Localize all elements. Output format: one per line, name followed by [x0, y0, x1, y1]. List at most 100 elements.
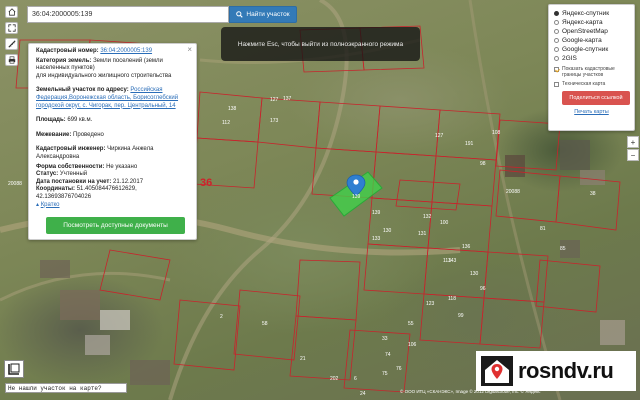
parcel-number-label: 74 [385, 352, 391, 358]
radio-selected-icon[interactable] [554, 11, 559, 16]
survey-row: Межевание: Проведено [36, 132, 189, 140]
parcel-number-label: 139 [372, 210, 381, 216]
status-value: Учтенный [59, 171, 88, 178]
address-row: Земельный участок по адресу: Российская … [36, 87, 189, 110]
share-link-button[interactable]: Поделиться ссылкой [562, 91, 630, 105]
radio-icon[interactable] [554, 56, 559, 61]
cadastral-number-row: Кадастровый номер: 36:04:2000005:139 [36, 48, 189, 56]
ownership-label: Форма собственности: [36, 163, 105, 170]
print-map-link[interactable]: Печать карты [554, 108, 629, 117]
parcel-number-label: 173 [270, 118, 279, 124]
parcel-number-label: 24 [360, 391, 366, 397]
layer-option-label: Google-спутник [562, 46, 609, 53]
layer-option[interactable]: 2GIS [554, 54, 629, 63]
cadastral-number-link[interactable]: 36:04:2000005:139 [100, 48, 152, 54]
layer-option[interactable]: Яндекс-карта [554, 18, 629, 27]
watermark-logo: rosndv.ru [476, 351, 636, 391]
chevron-up-icon: ▴ [36, 201, 40, 208]
parcel-number-label: 58 [262, 321, 268, 327]
cadastral-search-input[interactable] [27, 6, 229, 23]
radio-icon[interactable] [554, 20, 559, 25]
registration-date-value: 21.12.2017 [113, 178, 144, 185]
not-found-text: Не нашли участок на карте? [8, 384, 102, 392]
print-icon[interactable] [5, 54, 18, 66]
parcel-number-label: 130 [470, 271, 479, 277]
radio-icon[interactable] [554, 38, 559, 43]
land-usage-value: для индивидуального жилищного строительс… [36, 72, 172, 79]
svg-text:20088: 20088 [506, 189, 520, 195]
parcel-info-panel: × Кадастровый номер: 36:04:2000005:139 К… [28, 43, 197, 240]
parcel-number-label: 38 [590, 191, 596, 197]
address-label: Земельный участок по адресу: [36, 87, 129, 94]
parcel-number-label: 137 [283, 96, 292, 102]
layer-option-label: 2GIS [562, 55, 577, 62]
frame-icon [8, 363, 20, 375]
home-icon[interactable] [5, 6, 18, 18]
layer-option-label: Яндекс-спутник [562, 10, 610, 17]
ruler-icon[interactable] [5, 38, 18, 50]
parcel-number-label: 100 [440, 220, 449, 226]
parcel-number-label: 55 [408, 321, 414, 327]
parcel-number-label: 75 [382, 371, 388, 377]
survey-label: Межевание: [36, 131, 72, 138]
ownership-value: Не указано [106, 163, 138, 170]
radio-icon[interactable] [554, 47, 559, 52]
status-label: Статус: [36, 171, 59, 178]
parcel-number-label: 143 [448, 258, 457, 264]
parcel-number-label: 131 [418, 231, 427, 237]
parcel-number-label: 76 [396, 366, 402, 372]
zoom-in-button[interactable]: + [627, 136, 639, 148]
zoom-out-button[interactable]: − [627, 149, 639, 161]
registration-date-row: Дата постановки на учет: 21.12.2017 [36, 179, 189, 187]
technical-map-label: Техническая карта [562, 81, 606, 87]
area-label: Площадь: [36, 117, 66, 124]
checkbox-icon[interactable] [554, 82, 559, 87]
parcel-number-label: 127 [435, 133, 444, 139]
frame-toggle-button[interactable] [4, 360, 24, 378]
share-link-label: Поделиться ссылкой [569, 94, 623, 101]
parcel-number-label: 118 [448, 296, 456, 302]
svg-text:20088: 20088 [8, 181, 22, 187]
parcel-number-label: 2 [220, 314, 223, 320]
fullscreen-icon[interactable] [5, 22, 18, 34]
plus-icon: + [630, 137, 636, 147]
find-parcel-button[interactable]: Найти участок [229, 6, 297, 23]
view-documents-button[interactable]: Посмотреть доступные документы [46, 217, 185, 234]
parcel-number-label: 132 [423, 214, 432, 220]
show-borders-label: Показать кадастровые границы участков [562, 66, 615, 78]
parcel-number-label: 138 [228, 106, 237, 112]
find-parcel-label: Найти участок [246, 11, 290, 18]
checkbox-checked-icon[interactable] [554, 67, 559, 72]
parcel-number-label: 108 [492, 130, 501, 136]
fullscreen-hint-text: Нажмите Esc, чтобы выйти из полноэкранно… [237, 40, 404, 48]
parcel-number-label: 85 [560, 246, 566, 252]
ownership-row: Форма собственности: Не указано [36, 164, 189, 172]
engineer-label: Кадастровый инженер: [36, 146, 106, 153]
collapse-link[interactable]: Кратко [41, 202, 60, 208]
search-icon [236, 11, 244, 18]
parcel-number-label: 191 [465, 141, 474, 147]
parcel-number-label: 33 [382, 336, 388, 342]
collapse-row: ▴ Кратко [36, 202, 189, 210]
area-row: Площадь: 699 кв.м. [36, 117, 189, 125]
parcel-number-label: 6 [354, 376, 357, 382]
view-documents-label: Посмотреть доступные документы [63, 221, 168, 229]
radio-icon[interactable] [554, 29, 559, 34]
not-found-help-link[interactable]: Не нашли участок на карте? [5, 383, 127, 393]
parcel-number-label: 81 [540, 226, 546, 232]
land-category-label: Категория земель: [36, 57, 92, 64]
area-value: 699 кв.м. [67, 117, 93, 124]
layer-option[interactable]: Google-карта [554, 36, 629, 45]
layer-option[interactable]: Google-спутник [554, 45, 629, 54]
show-borders-toggle[interactable]: Показать кадастровые границы участков [554, 66, 629, 78]
house-pin-logo-icon [481, 356, 513, 386]
minus-icon: − [630, 150, 636, 160]
land-category-row: Категория земель: Земли поселений (земли… [36, 58, 189, 81]
layer-option[interactable]: OpenStreetMap [554, 27, 629, 36]
layer-option-label: Google-карта [562, 37, 602, 44]
close-icon[interactable]: × [187, 46, 192, 54]
technical-map-toggle[interactable]: Техническая карта [554, 81, 629, 87]
coordinates-label: Координаты: [36, 186, 76, 193]
parcel-number-label: 133 [372, 236, 381, 242]
layer-option[interactable]: Яндекс-спутник [554, 9, 629, 18]
